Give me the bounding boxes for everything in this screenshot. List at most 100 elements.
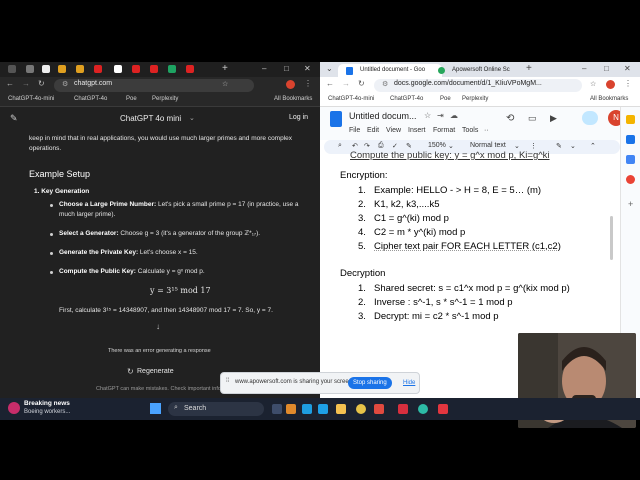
keep-icon[interactable] <box>626 115 635 124</box>
back-icon[interactable]: ← <box>326 79 334 88</box>
spellcheck-icon[interactable]: ✓ <box>392 142 398 150</box>
cloud-icon[interactable]: ☁ <box>450 111 458 120</box>
chrome-icon[interactable] <box>356 404 366 414</box>
new-chat-icon[interactable]: ✎ <box>10 113 18 124</box>
star-icon[interactable]: ☆ <box>222 80 228 88</box>
back-icon[interactable]: ← <box>6 79 14 88</box>
add-icon[interactable]: + <box>628 199 633 209</box>
taskbar-app-icon[interactable] <box>374 404 384 414</box>
tab-favicon-icon[interactable] <box>26 65 34 73</box>
tab-untitled-document[interactable]: Untitled document - Goo <box>338 64 442 77</box>
windows-start-icon[interactable] <box>150 403 161 414</box>
tab-favicon-icon[interactable] <box>58 65 66 73</box>
comment-icon[interactable]: ▭ <box>528 113 537 124</box>
pencil-icon[interactable]: ✎ <box>556 142 562 150</box>
bookmark-item[interactable]: ChatGPT-4o-mini <box>8 96 54 102</box>
history-icon[interactable]: ⟲ <box>506 113 514 124</box>
move-icon[interactable]: ⇥ <box>437 111 444 120</box>
tab-close-icon[interactable] <box>42 65 50 73</box>
tab-apowersoft[interactable]: Apowersoft Online Sc <box>430 64 524 77</box>
chevron-down-icon[interactable]: ⌄ <box>448 142 454 150</box>
contacts-icon[interactable] <box>626 155 635 164</box>
forward-icon[interactable]: → <box>22 79 30 88</box>
new-tab-icon[interactable]: + <box>222 62 228 76</box>
bookmark-item[interactable]: ChatGPT-4o <box>74 96 107 102</box>
new-tab-icon[interactable]: + <box>526 62 532 76</box>
style-select[interactable]: Normal text <box>470 142 506 149</box>
store-icon[interactable] <box>302 404 312 414</box>
tab-drive-icon[interactable] <box>168 65 176 73</box>
bookmark-item[interactable]: All Bookmarks <box>274 96 312 102</box>
profile-avatar[interactable] <box>606 80 615 89</box>
news-title[interactable]: Breaking news <box>24 400 70 407</box>
maximize-icon[interactable]: □ <box>604 62 609 76</box>
reload-icon[interactable]: ↻ <box>38 79 45 88</box>
minimize-icon[interactable]: – <box>262 62 266 76</box>
maps-icon[interactable] <box>626 175 635 184</box>
menu-edit[interactable]: Edit <box>367 127 379 134</box>
close-window-icon[interactable]: ✕ <box>624 62 631 76</box>
bookmark-item[interactable]: Poe <box>440 96 451 102</box>
reload-icon[interactable]: ↻ <box>358 79 365 88</box>
news-subtitle[interactable]: Boeing workers... <box>24 409 70 415</box>
menu-format[interactable]: Format <box>433 127 455 134</box>
chevron-down-icon[interactable]: ⌄ <box>189 114 195 122</box>
stop-sharing-button[interactable]: Stop sharing <box>348 377 392 389</box>
tab-favicon-icon[interactable] <box>76 65 84 73</box>
document-title[interactable]: Untitled docum... <box>349 111 417 121</box>
menu-icon[interactable]: ⋮ <box>304 79 312 88</box>
profile-avatar[interactable] <box>286 80 295 89</box>
menu-view[interactable]: View <box>386 127 401 134</box>
bookmark-item[interactable]: Perplexity <box>152 96 178 102</box>
collapse-icon[interactable]: ⌃ <box>590 142 596 150</box>
zoom-select[interactable]: 150% <box>428 142 446 149</box>
regenerate-button[interactable]: Regenerate <box>137 368 174 375</box>
bookmark-item[interactable]: ChatGPT-4o-mini <box>328 96 374 102</box>
tab-youtube-icon[interactable] <box>94 65 102 73</box>
vivaldi-icon[interactable] <box>398 404 408 414</box>
hide-button[interactable]: Hide <box>403 377 415 389</box>
chevron-down-icon[interactable]: ⌄ <box>570 142 576 150</box>
share-button[interactable] <box>582 111 598 125</box>
scroll-down-icon[interactable]: ↓ <box>156 322 160 331</box>
edge-dev-icon[interactable] <box>418 404 428 414</box>
close-window-icon[interactable]: ✕ <box>304 62 311 76</box>
tasks-icon[interactable] <box>626 135 635 144</box>
search-icon[interactable]: ⌕ <box>338 142 342 150</box>
opera-icon[interactable] <box>438 404 448 414</box>
tab-list-icon[interactable] <box>8 65 16 73</box>
menu-file[interactable]: File <box>349 127 360 134</box>
tab-youtube-icon[interactable] <box>186 65 194 73</box>
menu-more[interactable]: ·· <box>484 127 489 134</box>
chevron-down-icon[interactable]: ⌄ <box>514 142 520 150</box>
more-icon[interactable]: ⋮ <box>530 142 537 150</box>
task-view-icon[interactable] <box>272 404 282 414</box>
drag-handle-icon[interactable]: ⁞⁞ <box>226 378 229 384</box>
tab-youtube-icon[interactable] <box>132 65 140 73</box>
undo-icon[interactable]: ↶ <box>352 142 358 150</box>
bookmark-item[interactable]: Poe <box>126 96 137 102</box>
tab-youtube-icon[interactable] <box>150 65 158 73</box>
maximize-icon[interactable]: □ <box>284 62 289 76</box>
bookmark-item[interactable]: ChatGPT-4o <box>390 96 423 102</box>
tab-chatgpt-icon[interactable] <box>114 65 122 73</box>
site-info-icon[interactable]: ⚙ <box>382 80 388 88</box>
meet-icon[interactable]: ▶ <box>550 113 557 124</box>
menu-insert[interactable]: Insert <box>408 127 426 134</box>
docs-logo-icon[interactable] <box>330 111 342 127</box>
forward-icon[interactable]: → <box>342 79 350 88</box>
news-widget-icon[interactable] <box>8 402 20 414</box>
menu-tools[interactable]: Tools <box>462 127 478 134</box>
paint-format-icon[interactable]: ✎ <box>406 142 412 150</box>
print-icon[interactable]: ⎙ <box>378 142 384 150</box>
redo-icon[interactable]: ↷ <box>364 142 370 150</box>
menu-icon[interactable]: ⋮ <box>624 79 632 88</box>
brave-icon[interactable] <box>286 404 296 414</box>
login-button[interactable]: Log in <box>289 114 308 121</box>
taskbar-search[interactable]: ⌕ Search <box>168 402 264 416</box>
scrollbar[interactable] <box>610 216 613 260</box>
bookmark-item[interactable]: All Bookmarks <box>590 96 628 102</box>
star-icon[interactable]: ☆ <box>424 111 431 120</box>
bookmark-item[interactable]: Perplexity <box>462 96 488 102</box>
minimize-icon[interactable]: – <box>582 62 586 76</box>
